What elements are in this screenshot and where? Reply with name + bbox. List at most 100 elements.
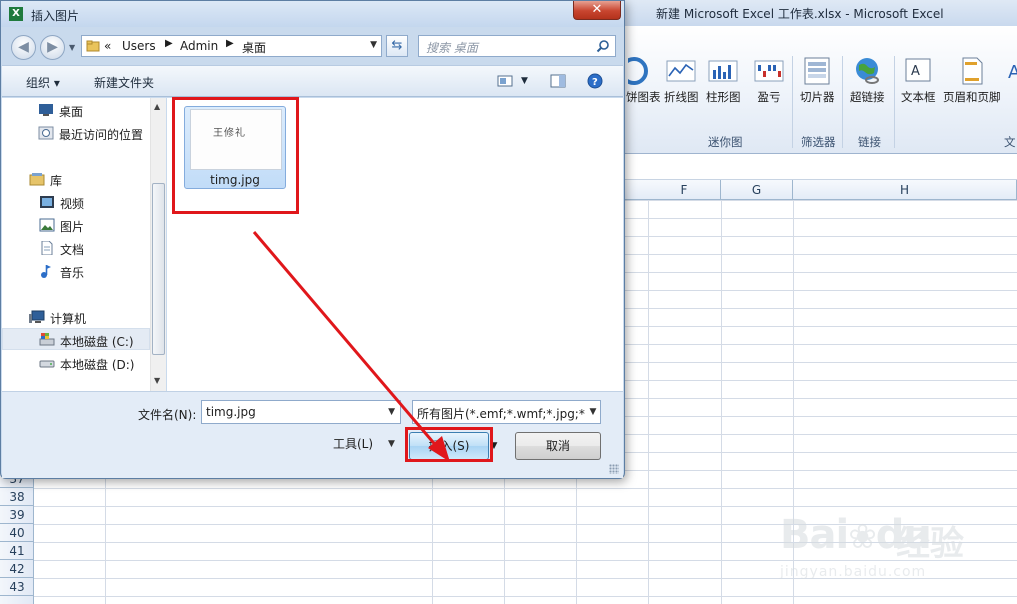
row-header-38[interactable]: 38 (0, 488, 34, 506)
navigation-pane: 桌面 最近访问的位置 库 视频 图片 文档 音乐 计算机 本地磁盘 (C:) 本… (2, 98, 166, 391)
row-header-42[interactable]: 42 (0, 560, 34, 578)
organize-button[interactable]: 组织 ▾ (26, 74, 60, 91)
grid-line (648, 200, 649, 604)
desktop-icon (39, 104, 53, 116)
forward-button[interactable]: ▶ (40, 35, 65, 60)
breadcrumb-chevron-icon[interactable]: ▶ (226, 38, 234, 49)
ribbon-button-label: 页眉和页脚 (943, 90, 1001, 104)
row-header-39[interactable]: 39 (0, 506, 34, 524)
win-loss-sparkline-icon (754, 60, 784, 82)
ribbon-line-sparkline-button[interactable]: 折线图 (664, 56, 699, 105)
resize-grip[interactable] (609, 464, 619, 474)
tools-dropdown-icon[interactable]: ▼ (388, 439, 395, 449)
recent-pages-dropdown-icon[interactable]: ▼ (69, 43, 75, 52)
slicer-icon (804, 57, 830, 85)
watermark-url: jingyan.baidu.com (780, 564, 927, 580)
nav-item-videos[interactable]: 视频 (2, 191, 150, 213)
search-placeholder: 搜索 桌面 (426, 41, 478, 55)
filename-input[interactable]: timg.jpg ▼ (201, 400, 401, 424)
pie-chart-icon (628, 57, 649, 85)
ribbon-button-label: 盈亏 (757, 90, 781, 104)
search-icon (596, 40, 609, 53)
column-header-h[interactable]: H (793, 180, 1017, 200)
ribbon-button-label: 折线图 (664, 90, 699, 104)
dialog-titlebar[interactable]: X 插入图片 ✕ (1, 1, 624, 27)
breadcrumb-admin[interactable]: Admin (180, 39, 218, 53)
breadcrumb-users[interactable]: Users (122, 39, 156, 53)
ribbon-win-loss-button[interactable]: 盈亏 (754, 56, 784, 105)
svg-text:A: A (1008, 62, 1017, 83)
cancel-button[interactable]: 取消 (515, 432, 601, 460)
nav-item-music[interactable]: 音乐 (2, 260, 150, 282)
row-header-43[interactable]: 43 (0, 578, 34, 596)
ribbon-group-separator (894, 56, 895, 148)
tools-button[interactable]: 工具(L) (333, 435, 373, 452)
nav-item-desktop[interactable]: 桌面 (2, 99, 150, 121)
search-input[interactable]: 搜索 桌面 (418, 35, 616, 57)
nav-item-label: 音乐 (60, 266, 85, 280)
filename-dropdown-icon[interactable]: ▼ (388, 407, 395, 417)
nav-item-label: 桌面 (59, 105, 84, 119)
ribbon-button-label: 文本框 (901, 90, 936, 104)
nav-item-label: 视频 (60, 197, 85, 211)
excel-window-title: 新建 Microsoft Excel 工作表.xlsx - Microsoft … (656, 7, 944, 21)
filetype-dropdown-icon[interactable]: ▼ (586, 401, 600, 423)
help-icon[interactable]: ? (587, 73, 603, 89)
column-sparkline-icon (708, 60, 738, 82)
ribbon-group-label: 文 (1004, 135, 1016, 149)
nav-item-drive-c[interactable]: 本地磁盘 (C:) (2, 328, 150, 350)
view-dropdown-icon[interactable]: ▼ (521, 76, 528, 86)
svg-text:A: A (911, 64, 920, 79)
back-button[interactable]: ◀ (11, 35, 36, 60)
ribbon-button-label: 切片器 (800, 90, 835, 104)
video-icon (40, 196, 54, 208)
address-dropdown-icon[interactable]: ▼ (370, 40, 377, 50)
view-options-icon[interactable] (497, 73, 513, 89)
ribbon-group-separator (842, 56, 843, 148)
filetype-value: 所有图片(*.emf;*.wmf;*.jpg;*.jp (417, 407, 600, 421)
nav-item-computer[interactable]: 计算机 (2, 306, 150, 328)
ribbon-group-separator (792, 56, 793, 148)
nav-item-drive-d[interactable]: 本地磁盘 (D:) (2, 352, 150, 374)
column-header-g[interactable]: G (721, 180, 793, 200)
nav-pane-scrollbar[interactable]: ▲ ▼ (150, 98, 166, 391)
ribbon-textbox-button[interactable]: A 文本框 (901, 56, 936, 105)
ribbon-hyperlink-button[interactable]: 超链接 (850, 56, 885, 105)
drive-c-icon (39, 333, 55, 346)
address-bar[interactable]: « Users ▶ Admin ▶ 桌面 ▼ (81, 35, 382, 57)
refresh-button[interactable]: ⇆ (386, 35, 408, 57)
filetype-select[interactable]: 所有图片(*.emf;*.wmf;*.jpg;*.jp ▼ (412, 400, 601, 424)
dialog-toolbar: 组织 ▾ 新建文件夹 ▼ ? (2, 65, 623, 97)
breadcrumb-overflow[interactable]: « (104, 39, 111, 53)
ribbon-wordart-button[interactable]: A 艺 (1008, 56, 1017, 105)
folder-icon (86, 40, 100, 52)
address-row: ◀ ▶ ▼ « Users ▶ Admin ▶ 桌面 ▼ ⇆ 搜索 桌面 (1, 27, 624, 65)
pictures-icon (39, 218, 55, 232)
close-button[interactable]: ✕ (573, 1, 621, 20)
ribbon-column-sparkline-button[interactable]: 柱形图 (706, 56, 741, 105)
hyperlink-icon (856, 58, 880, 84)
watermark-chinese: 经验 (896, 524, 964, 564)
ribbon-chart-button[interactable]: 饼图表 (626, 56, 661, 105)
nav-item-recent-places[interactable]: 最近访问的位置 (2, 122, 150, 144)
ribbon-header-footer-button[interactable]: 页眉和页脚 (943, 56, 1001, 105)
scrollbar-thumb[interactable] (152, 183, 165, 355)
row-header-41[interactable]: 41 (0, 542, 34, 560)
new-folder-button[interactable]: 新建文件夹 (94, 74, 154, 91)
grid-line (721, 200, 722, 604)
nav-item-library[interactable]: 库 (2, 168, 150, 190)
baidu-jingyan-watermark: Bai❀du 经验 jingyan.baidu.com (776, 492, 1006, 602)
row-header-40[interactable]: 40 (0, 524, 34, 542)
ribbon-slicer-button[interactable]: 切片器 (800, 56, 835, 105)
nav-item-pictures[interactable]: 图片 (2, 214, 150, 236)
breadcrumb-chevron-icon[interactable]: ▶ (165, 38, 173, 49)
paw-icon: ❀ (848, 517, 876, 557)
scroll-down-icon[interactable]: ▼ (154, 376, 160, 385)
preview-pane-icon[interactable] (550, 73, 566, 89)
breadcrumb-desktop[interactable]: 桌面 (242, 39, 266, 56)
nav-item-documents[interactable]: 文档 (2, 237, 150, 259)
scroll-up-icon[interactable]: ▲ (154, 102, 160, 111)
annotation-box-file (172, 97, 299, 214)
column-header-f[interactable]: F (648, 180, 721, 200)
excel-app-icon: X (9, 7, 23, 21)
